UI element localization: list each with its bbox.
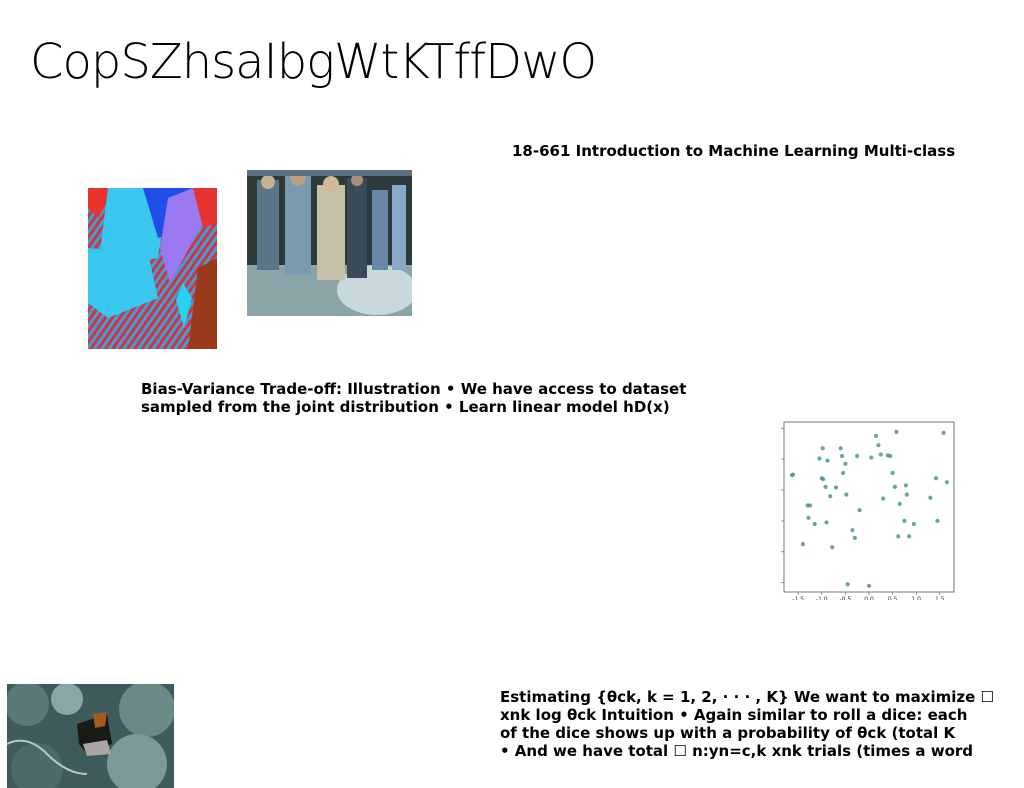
scatter-point	[812, 521, 817, 527]
estimating-paragraph: Estimating {θck, k = 1, 2, · · · , K} We…	[500, 688, 994, 760]
scatter-point	[828, 494, 833, 499]
y-tick-label: -3	[780, 580, 781, 587]
scatter-point	[928, 495, 933, 500]
scatter-point	[850, 528, 855, 533]
x-tick-label: 1.0	[911, 596, 921, 600]
scatter-point	[800, 541, 805, 547]
slide-title: CopSZhsaIbgWtKTffDwO	[30, 34, 597, 90]
y-tick-label: -1	[780, 518, 781, 525]
scatter-point	[896, 534, 901, 539]
y-tick-label: 2	[780, 425, 781, 432]
paragraph-line: of the dice shows up with a probability …	[500, 724, 956, 742]
scatter-point	[869, 455, 874, 460]
scatter-plot: -1.5 -1.0 -0.5 0.0 0.5 1.0 1.5 2 1 0 -1 -2 -3	[780, 420, 960, 600]
scatter-point	[890, 470, 895, 476]
paragraph-line: sampled from the joint distribution • Le…	[141, 398, 670, 416]
scatter-point	[830, 545, 835, 550]
scatter-point	[817, 456, 822, 461]
scatter-point	[833, 485, 839, 490]
scatter-point	[881, 496, 886, 501]
paragraph-line: xnk log θck Intuition • Again similar to…	[500, 706, 968, 724]
scatter-point	[911, 521, 916, 527]
x-tick-label: 0.0	[864, 596, 874, 600]
scatter-point	[892, 484, 898, 490]
scatter-point	[838, 446, 843, 451]
scatter-point	[840, 470, 846, 476]
scatter-point	[944, 480, 950, 485]
x-tick-label: 1.5	[935, 596, 945, 600]
paragraph-line: • And we have total ☐ n:yn=c,k xnk trial…	[500, 742, 974, 760]
scatter-point	[820, 446, 825, 451]
scatter-point	[866, 583, 872, 588]
scatter-point	[843, 461, 848, 466]
scatter-point	[897, 501, 902, 507]
y-tick-label: 0	[780, 487, 781, 494]
scatter-point	[904, 492, 909, 497]
paragraph-line: Bias-Variance Trade-off: Illustration • …	[141, 380, 687, 398]
scatter-point	[873, 433, 879, 439]
x-tick-label: -1.5	[792, 596, 804, 600]
scatter-point	[941, 430, 946, 435]
scatter-point	[852, 535, 857, 541]
scatter-point	[845, 582, 850, 587]
scatter-point	[790, 472, 796, 477]
scatter-point	[903, 483, 908, 488]
scatter-point	[857, 507, 862, 513]
scatter-point	[823, 484, 828, 490]
scatter-point	[844, 492, 849, 497]
scatter-point	[935, 518, 940, 524]
scatter-point	[824, 520, 829, 525]
scatter-point	[894, 429, 899, 434]
paragraph-line: Estimating {θck, k = 1, 2, · · · , K} We…	[500, 688, 994, 706]
scatter-point	[821, 477, 826, 482]
bias-variance-paragraph: Bias-Variance Trade-off: Illustration • …	[141, 380, 686, 416]
painting-figures-image	[247, 170, 412, 316]
slide-heading: 18-661 Introduction to Machine Learning …	[512, 142, 956, 160]
scatter-plot-svg: -1.5 -1.0 -0.5 0.0 0.5 1.0 1.5 2 1 0 -1 -2 -3	[780, 421, 955, 600]
scatter-point	[839, 453, 845, 459]
scatter-point	[825, 458, 830, 463]
forest-aerial-image	[7, 684, 174, 788]
scatter-point	[933, 476, 939, 481]
x-tick-label: -0.5	[840, 596, 852, 600]
scatter-point	[878, 452, 883, 457]
scatter-point	[806, 515, 811, 520]
abstract-geometric-image	[88, 188, 217, 349]
scatter-point	[876, 443, 881, 448]
scatter-point	[805, 503, 810, 508]
y-tick-label: -2	[780, 549, 781, 556]
x-tick-label: -1.0	[816, 596, 828, 600]
y-tick-label: 1	[780, 456, 781, 463]
scatter-point	[902, 518, 907, 524]
scatter-point	[888, 453, 893, 459]
scatter-point	[907, 534, 912, 539]
x-tick-label: 0.5	[888, 596, 898, 600]
scatter-point	[855, 453, 860, 459]
